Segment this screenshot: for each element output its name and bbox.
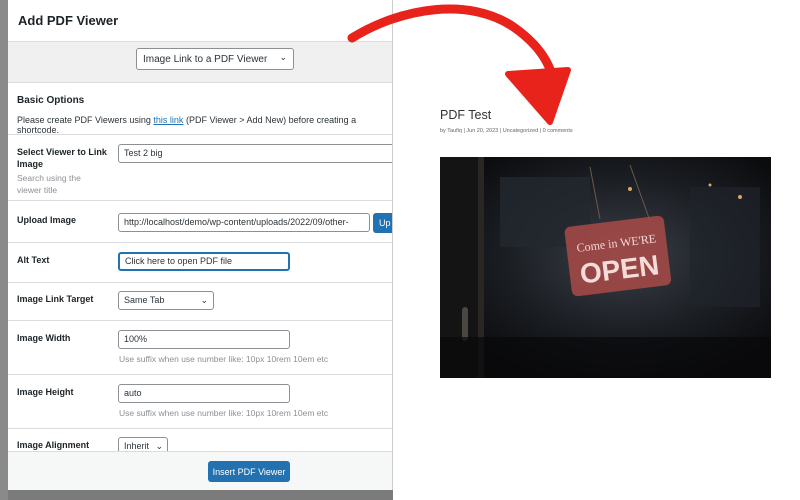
upload-button[interactable]: Up bbox=[373, 213, 392, 233]
alt-text-input[interactable]: Click here to open PDF file bbox=[118, 252, 290, 271]
light-dot bbox=[628, 187, 632, 191]
photo-bottom-shadow bbox=[440, 337, 771, 378]
insert-pdf-viewer-button[interactable]: Insert PDF Viewer bbox=[208, 461, 290, 482]
this-link[interactable]: this link bbox=[153, 115, 183, 125]
door-handle bbox=[462, 307, 468, 341]
viewer-label: Select Viewer to Link Image bbox=[17, 147, 107, 169]
shortcode-type-select[interactable]: Image Link to a PDF Viewer ⌄ bbox=[136, 48, 294, 70]
add-pdf-viewer-modal: Add PDF Viewer Image Link to a PDF Viewe… bbox=[8, 0, 393, 490]
light-dot bbox=[708, 183, 712, 187]
divider bbox=[8, 242, 392, 243]
image-link-target-value: Same Tab bbox=[124, 295, 165, 305]
basic-options-form: Please create PDF Viewers using this lin… bbox=[8, 106, 392, 456]
basic-options-title: Basic Options bbox=[17, 94, 85, 106]
upload-image-url-input[interactable]: http://localhost/demo/wp-content/uploads… bbox=[118, 213, 370, 232]
divider bbox=[8, 200, 392, 201]
divider bbox=[8, 428, 392, 429]
image-alignment-value: Inherit bbox=[124, 441, 150, 451]
open-sign: Come in WE'RE OPEN bbox=[564, 215, 672, 297]
upload-image-label: Upload Image bbox=[17, 215, 77, 225]
modal-title: Add PDF Viewer bbox=[18, 13, 119, 28]
viewer-description: Search using the viewer title bbox=[17, 173, 81, 195]
image-link-target-label: Image Link Target bbox=[17, 294, 94, 304]
post-title[interactable]: PDF Test bbox=[440, 108, 491, 122]
divider bbox=[8, 134, 392, 135]
image-height-label: Image Height bbox=[17, 387, 74, 397]
image-width-description: Use suffix when use number like: 10px 10… bbox=[119, 354, 329, 364]
chevron-down-icon: ⌄ bbox=[200, 295, 208, 305]
image-link-target-select[interactable]: Same Tab ⌄ bbox=[118, 291, 214, 310]
image-height-input[interactable]: auto bbox=[118, 384, 290, 403]
modal-footer: Insert PDF Viewer bbox=[8, 451, 392, 490]
mode-selector-row: Image Link to a PDF Viewer ⌄ bbox=[8, 42, 392, 76]
divider bbox=[8, 320, 392, 321]
modal-header: Add PDF Viewer bbox=[8, 0, 392, 42]
viewer-select-field[interactable]: Test 2 big bbox=[118, 144, 392, 163]
image-width-input[interactable]: 100% bbox=[118, 330, 290, 349]
divider bbox=[8, 282, 392, 283]
image-width-label: Image Width bbox=[17, 333, 71, 343]
light-dot bbox=[738, 195, 742, 199]
image-height-description: Use suffix when use number like: 10px 10… bbox=[119, 408, 329, 418]
alt-text-label: Alt Text bbox=[17, 255, 50, 265]
chevron-down-icon: ⌄ bbox=[279, 52, 287, 62]
open-sign-image[interactable]: Come in WE'RE OPEN bbox=[440, 157, 771, 378]
post-meta: by Taufiq | Jun 20, 2023 | Uncategorized… bbox=[440, 128, 573, 134]
backdrop-edge bbox=[0, 0, 8, 500]
window-reflection bbox=[690, 187, 760, 307]
shortcode-type-value: Image Link to a PDF Viewer bbox=[143, 53, 268, 65]
image-alignment-label: Image Alignment bbox=[17, 440, 90, 450]
divider bbox=[8, 374, 392, 375]
create-viewer-note: Please create PDF Viewers using this lin… bbox=[17, 115, 357, 135]
arrow-head bbox=[505, 67, 571, 125]
